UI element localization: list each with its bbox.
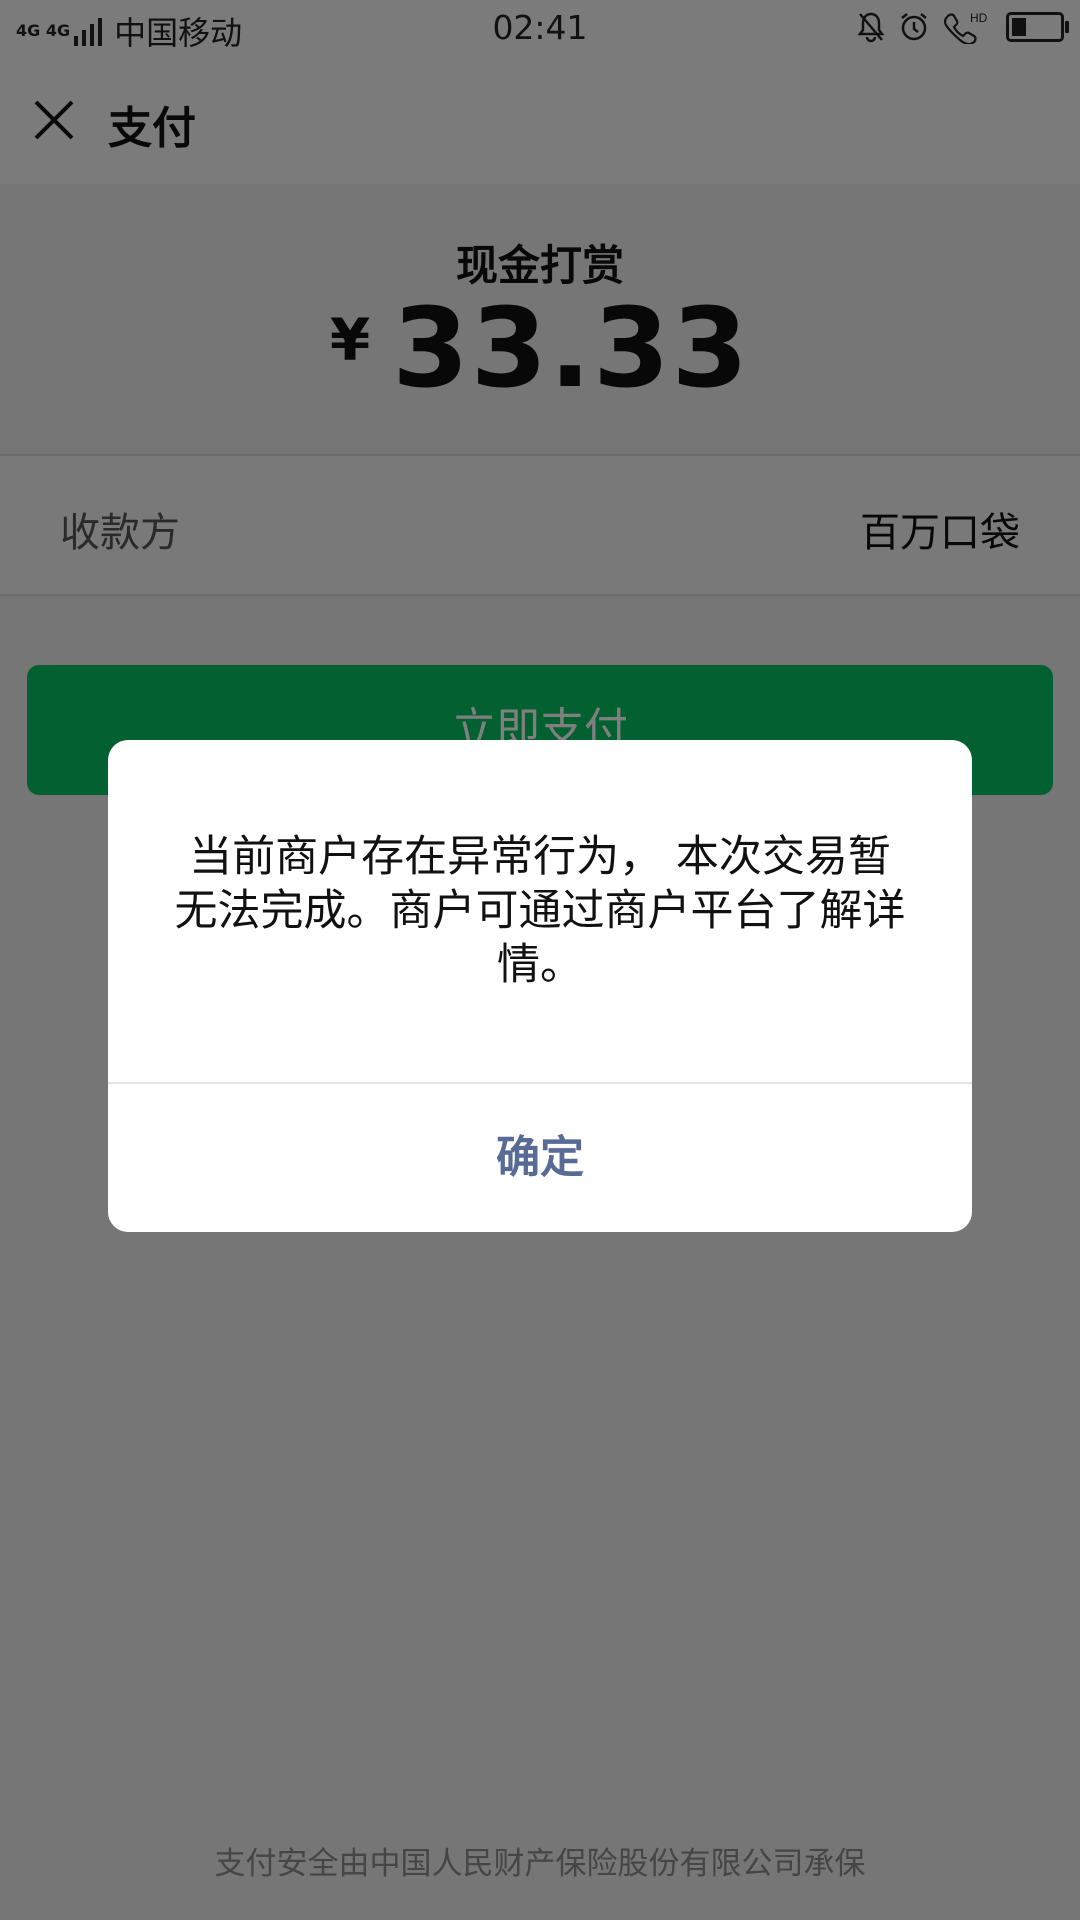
alert-dialog: 当前商户存在异常行为， 本次交易暂无法完成。商户可通过商户平台了解详情。 确定 [108,740,972,1232]
confirm-button[interactable]: 确定 [108,1084,972,1232]
payment-screen: 4G 4G 中国移动 02:41 HD [0,0,1080,1920]
dialog-message: 当前商户存在异常行为， 本次交易暂无法完成。商户可通过商户平台了解详情。 [174,832,906,990]
